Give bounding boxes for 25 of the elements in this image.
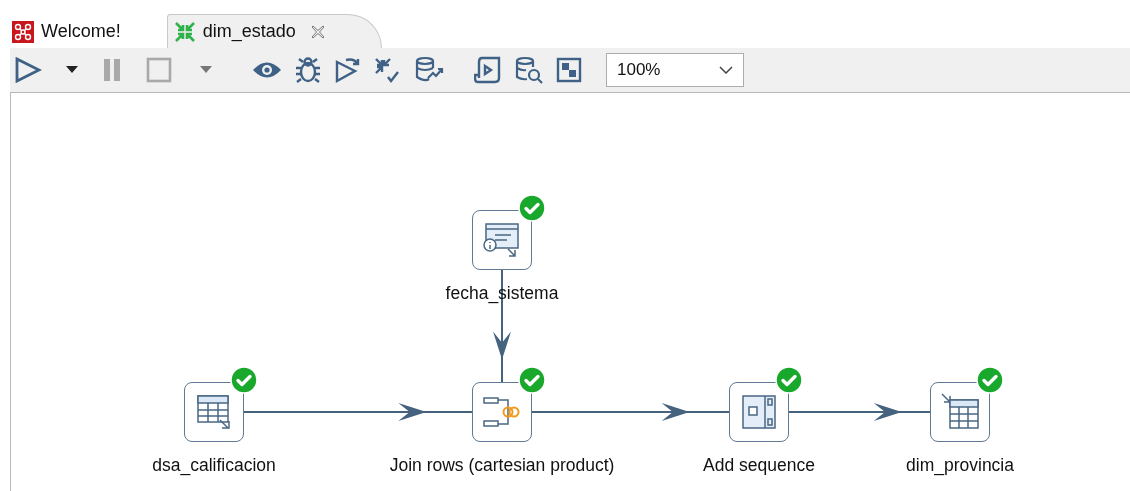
tab[interactable]: dim_estado	[166, 14, 382, 48]
close-icon[interactable]	[310, 24, 325, 39]
step-label: dim_provincia	[906, 455, 1014, 476]
dropdown-caret-button[interactable]	[66, 66, 78, 74]
step-label: dsa_calificacion	[152, 455, 276, 476]
step-node[interactable]	[184, 382, 244, 442]
verify-button[interactable]	[374, 57, 402, 83]
arrows-inward-icon	[173, 20, 196, 43]
tab[interactable]: Welcome!	[10, 15, 131, 48]
grid-button[interactable]	[556, 57, 582, 83]
explore-button[interactable]	[514, 56, 544, 84]
debug-button[interactable]	[294, 56, 322, 84]
zoom-dropdown[interactable]: 100%	[606, 53, 744, 87]
chevron-down-icon	[719, 66, 733, 74]
step-label: Add sequence	[703, 455, 815, 476]
step-node[interactable]	[472, 210, 532, 270]
impact-button[interactable]	[414, 56, 444, 84]
replay-button[interactable]	[334, 56, 362, 84]
step-node[interactable]	[930, 382, 990, 442]
step-node[interactable]	[472, 382, 532, 442]
step-node[interactable]	[729, 382, 789, 442]
step-label: Join rows (cartesian product)	[389, 455, 615, 476]
sql-button[interactable]	[474, 56, 502, 84]
run-button[interactable]	[14, 57, 42, 83]
network-icon	[12, 20, 34, 43]
